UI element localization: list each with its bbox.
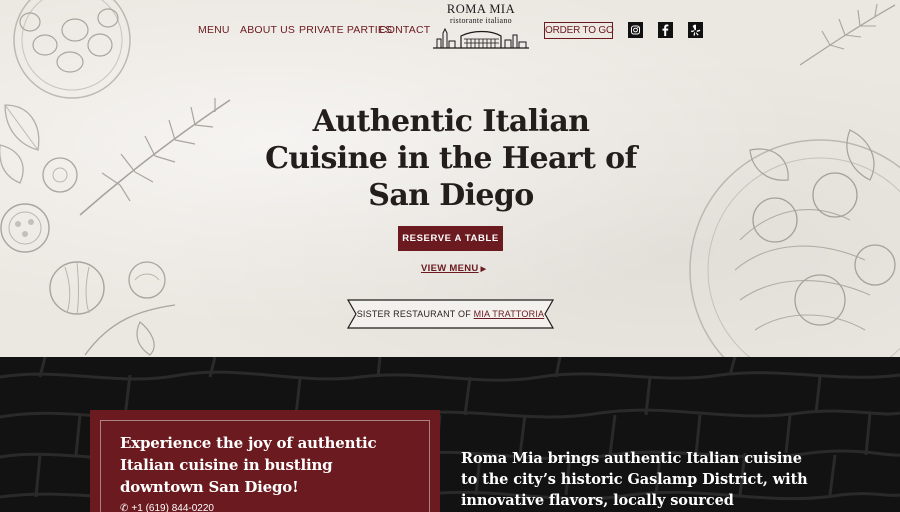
mia-trattoria-link[interactable]: MIA TRATTORIA [474, 309, 545, 319]
about-paragraph: Roma Mia brings authentic Italian cuisin… [461, 450, 808, 509]
hero-section: MENU ABOUT US PRIVATE PARTIES CONTACT RO… [0, 0, 900, 357]
hero-headline: Authentic Italian Cuisine in the Heart o… [265, 104, 637, 213]
view-menu-link[interactable]: VIEW MENU ▶ [421, 263, 486, 275]
sister-restaurant-banner: SISTER RESTAURANT OF MIA TRATTORIA [347, 299, 554, 329]
top-navigation: MENU ABOUT US PRIVATE PARTIES CONTACT RO… [0, 0, 900, 60]
sister-prefix: SISTER RESTAURANT OF [356, 309, 471, 319]
logo-title: ROMA MIA [446, 2, 516, 16]
instagram-icon[interactable] [628, 22, 643, 38]
mushroom-illustration [125, 258, 170, 303]
phone-icon: ✆ [120, 503, 129, 512]
reserve-table-button[interactable]: RESERVE A TABLE [398, 226, 503, 251]
nav-menu-link[interactable]: MENU [198, 24, 230, 36]
phone-link[interactable]: ✆ +1 (619) 844-0220 [120, 503, 214, 512]
tomato-slice-illustration [0, 200, 60, 260]
nav-about-link[interactable]: ABOUT US [240, 24, 295, 36]
intro-card-title: Experience the joy of authentic Italian … [120, 434, 377, 496]
phone-number: +1 (619) 844-0220 [131, 503, 214, 512]
colosseum-skyline-icon [433, 27, 529, 49]
leaf-bottom-illustration [80, 300, 180, 357]
site-logo[interactable]: ROMA MIA ristorante italiano [431, 2, 531, 52]
order-to-go-button[interactable]: ORDER TO GO [544, 22, 614, 39]
yelp-icon[interactable] [688, 22, 703, 38]
nav-contact-link[interactable]: CONTACT [379, 24, 430, 36]
olive-illustration [40, 155, 80, 195]
view-menu-label: VIEW MENU [421, 263, 479, 274]
facebook-icon[interactable] [658, 22, 673, 38]
caret-right-icon: ▶ [480, 266, 487, 273]
herb-sprig-illustration [60, 90, 240, 230]
pasta-plate-illustration [680, 90, 900, 357]
logo-subtitle: ristorante italiano [450, 16, 512, 25]
